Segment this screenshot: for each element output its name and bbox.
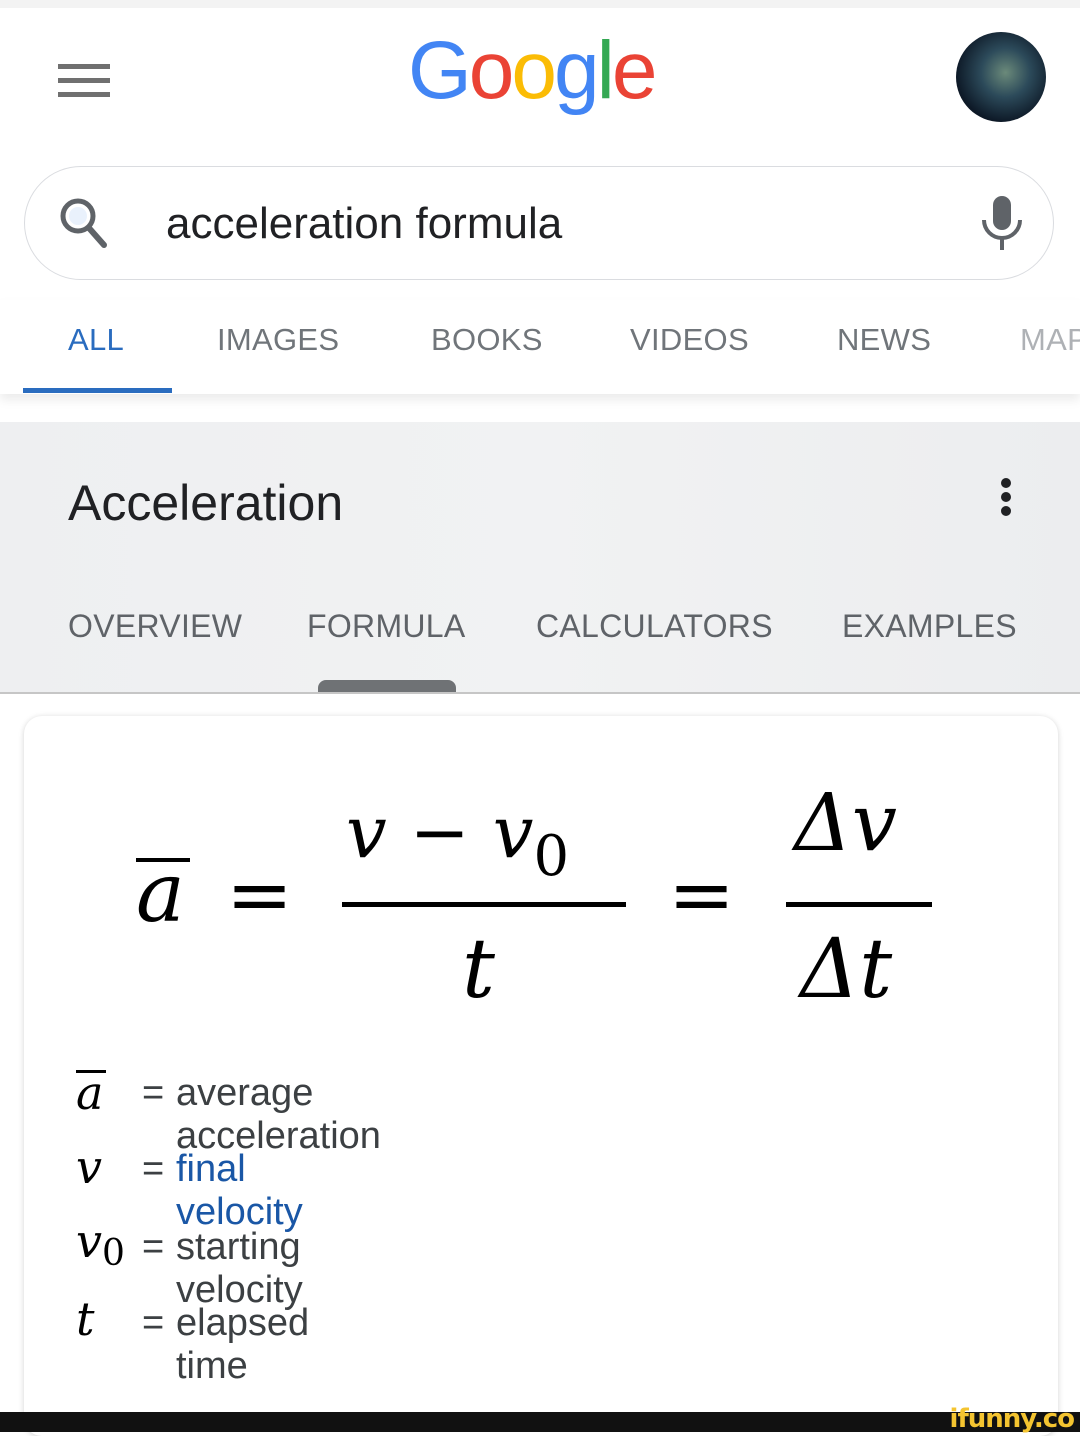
logo-letter: o [511, 25, 557, 116]
hamburger-menu-icon[interactable] [58, 64, 110, 102]
subtab-calculators[interactable]: CALCULATORS [536, 608, 773, 645]
subtab-formula[interactable]: FORMULA [307, 608, 466, 645]
logo-letter: G [408, 25, 472, 116]
tab-images[interactable]: IMAGES [217, 322, 339, 358]
logo-letter: o [468, 25, 515, 116]
active-tab-indicator [23, 388, 172, 393]
active-subtab-indicator [318, 680, 456, 692]
logo-letter: e [611, 25, 658, 116]
tab-videos[interactable]: VIDEOS [630, 322, 749, 358]
account-avatar[interactable] [956, 32, 1046, 122]
tab-all[interactable]: ALL [68, 322, 124, 358]
watermark: ifunny.co [949, 1404, 1075, 1434]
search-input[interactable] [166, 198, 926, 250]
tab-books[interactable]: BOOKS [431, 322, 543, 358]
search-icon[interactable] [58, 196, 108, 250]
logo-letter: g [554, 25, 600, 116]
knowledge-panel-header: Acceleration OVERVIEW FORMULA CALCULATOR… [0, 422, 1080, 694]
status-bar-strip [0, 0, 1080, 8]
microphone-icon[interactable] [980, 194, 1024, 252]
panel-title: Acceleration [68, 475, 344, 531]
google-logo[interactable]: Google [408, 25, 658, 116]
search-tabs: ALL IMAGES BOOKS VIDEOS NEWS MAPS [0, 300, 1080, 394]
watermark-bar [0, 1412, 1080, 1432]
more-options-icon[interactable] [996, 478, 1018, 518]
formula-card [24, 716, 1058, 1436]
tab-news[interactable]: NEWS [837, 322, 931, 358]
subtab-examples[interactable]: EXAMPLES [842, 608, 1017, 645]
tab-maps[interactable]: MAPS [1020, 322, 1080, 358]
header: Google [0, 8, 1080, 148]
subtab-overview[interactable]: OVERVIEW [68, 608, 242, 645]
logo-letter: l [596, 25, 615, 116]
